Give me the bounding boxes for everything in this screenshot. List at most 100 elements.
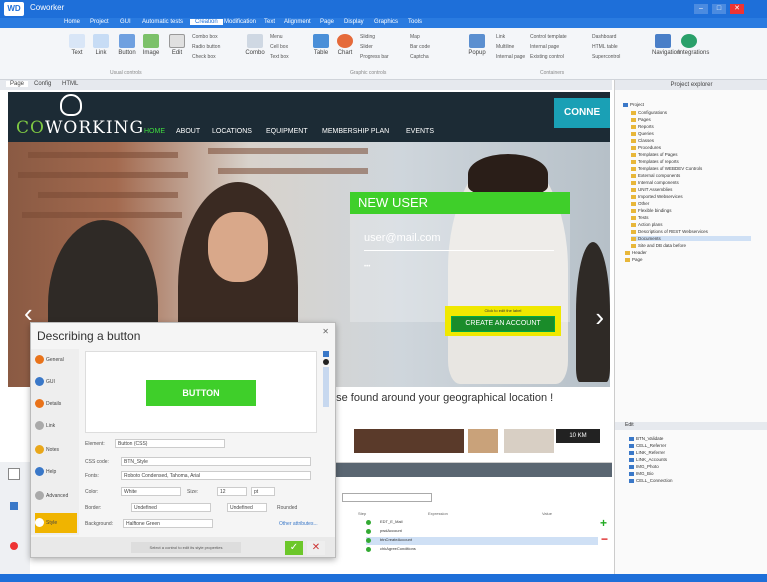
element-select[interactable]: Button (CSS) (115, 439, 225, 448)
tree-item[interactable]: Tests (631, 215, 649, 220)
ribbon-internal-page[interactable]: Internal page (496, 54, 525, 60)
ribbon-slider[interactable]: Slider (360, 44, 373, 50)
ribbon-sliding[interactable]: Sliding (360, 34, 375, 40)
create-account-button[interactable]: CREATE AN ACCOUNT (451, 316, 555, 332)
panel-icon[interactable] (8, 468, 20, 480)
password-input[interactable]: ••• (364, 264, 370, 270)
table-row[interactable]: EDT_E_Mail (366, 519, 598, 527)
nav-events[interactable]: EVENTS (406, 128, 434, 135)
tree-item[interactable]: External components (631, 173, 680, 178)
cancel-button[interactable]: ✕ (307, 541, 325, 555)
ribbon-combo-box[interactable]: Combo box (192, 34, 218, 40)
ribbon-dashboard[interactable]: Dashboard (592, 34, 616, 40)
sidebar-item-link[interactable]: Link (35, 421, 77, 430)
size-unit-field[interactable]: pt (251, 487, 275, 496)
control-item[interactable]: CELL_Referrer (629, 443, 666, 448)
close-icon[interactable]: ✕ (730, 4, 744, 14)
ribbon-cell-box[interactable]: Cell box (270, 44, 288, 50)
sidebar-item-help[interactable]: Help (35, 467, 77, 476)
tool-icon[interactable] (10, 542, 18, 550)
control-item[interactable]: BTN_Validate (629, 436, 663, 441)
menu-creation[interactable]: Creation (190, 19, 223, 25)
tree-root[interactable]: Project (623, 102, 644, 107)
minimize-icon[interactable]: – (694, 4, 708, 14)
menu-text[interactable]: Text (264, 19, 275, 25)
selected-control-frame[interactable]: Click to edit the label CREATE AN ACCOUN… (445, 306, 561, 336)
tree-item[interactable]: Site and DB data before (631, 243, 686, 248)
nav-about[interactable]: ABOUT (176, 128, 200, 135)
ribbon-radio-button[interactable]: Radio button (192, 44, 220, 50)
dialog-close-icon[interactable]: ✕ (322, 327, 329, 336)
table-row[interactable]: pwdAccount (366, 528, 598, 536)
palette-icon[interactable] (323, 367, 329, 407)
tree-item[interactable]: Configurations (631, 110, 667, 115)
location-thumbnail[interactable] (354, 429, 464, 453)
table-row[interactable]: chkAgreeConditions (366, 546, 598, 554)
ribbon-control-template[interactable]: Control template (530, 34, 567, 40)
ribbon-map[interactable]: Map (410, 34, 420, 40)
tree-item[interactable]: Queries (631, 131, 654, 136)
ribbon-edit-button[interactable]: Edit (166, 34, 188, 64)
add-icon[interactable]: + (600, 516, 607, 530)
connect-button[interactable]: CONNE (554, 98, 610, 128)
ribbon-supercontrol[interactable]: Supercontrol (592, 54, 620, 60)
tree-item[interactable]: Descriptions of REST Webservices (631, 229, 708, 234)
tree-item[interactable]: Pages (631, 117, 651, 122)
ribbon-button-button[interactable]: Button (116, 34, 138, 64)
nav-home[interactable]: HOME (144, 128, 165, 135)
ribbon-navigation-button[interactable]: Navigation (652, 34, 680, 64)
border-field-2[interactable]: Undefined (227, 503, 267, 512)
ribbon-progress-bar[interactable]: Progress bar (360, 54, 389, 60)
menu-modification[interactable]: Modification (224, 19, 256, 25)
control-item[interactable]: IMG_Photo (629, 464, 659, 469)
ribbon-text-button[interactable]: Text (66, 34, 88, 64)
dot-icon[interactable] (323, 359, 329, 365)
ribbon-existing-control[interactable]: Existing control (530, 54, 564, 60)
sidebar-item-details[interactable]: Details (35, 399, 77, 408)
border-field[interactable]: Undefined (131, 503, 211, 512)
menu-page[interactable]: Page (320, 19, 334, 25)
fonts-field[interactable]: Roboto Condensed, Tahoma, Arial (121, 471, 311, 480)
tree-item[interactable]: Procedures (631, 145, 661, 150)
tab-config[interactable]: Config (30, 81, 55, 87)
control-item[interactable]: LINK_Accounts (629, 457, 667, 462)
ribbon-menu[interactable]: Menu (270, 34, 283, 40)
ribbon-combo-button[interactable]: Combo (244, 34, 266, 64)
ok-button[interactable]: ✓ (285, 541, 303, 555)
tree-item[interactable]: Imported Webservices (631, 194, 683, 199)
tab-page[interactable]: Page (6, 81, 29, 87)
color-field[interactable]: White (121, 487, 181, 496)
ribbon-check-box[interactable]: Check box (192, 54, 216, 60)
arrow-down-icon[interactable] (323, 351, 329, 357)
tree-item[interactable]: Reports (631, 124, 654, 129)
ribbon-bar-code[interactable]: Bar code (410, 44, 430, 50)
ribbon-chart-button[interactable]: Chart (334, 34, 356, 64)
menu-project[interactable]: Project (90, 19, 109, 25)
menu-home[interactable]: Home (64, 19, 80, 25)
tool-icon[interactable] (10, 502, 18, 510)
nav-equipment[interactable]: EQUIPMENT (266, 128, 308, 135)
background-field[interactable]: Halftone Green (123, 519, 213, 528)
ribbon-link-small[interactable]: Link (496, 34, 505, 40)
location-thumbnail[interactable] (504, 429, 554, 453)
other-attributes-link[interactable]: Other attributes... (279, 521, 318, 527)
control-item[interactable]: LINK_Referrer (629, 450, 665, 455)
menu-tools[interactable]: Tools (408, 19, 422, 25)
menu-alignment[interactable]: Alignment (284, 19, 311, 25)
menu-gui[interactable]: GUI (120, 19, 131, 25)
tree-item[interactable]: Internal components (631, 180, 679, 185)
maximize-icon[interactable]: □ (712, 4, 726, 14)
event-select[interactable] (342, 493, 432, 502)
tree-item[interactable]: UNIT Assemblies (631, 187, 672, 192)
ribbon-popup-button[interactable]: Popup (466, 34, 488, 64)
tree-item[interactable]: Classes (631, 138, 654, 143)
menu-automatic-tests[interactable]: Automatic tests (142, 19, 183, 25)
sidebar-item-style[interactable]: Style (35, 513, 77, 533)
ribbon-internal-page-2[interactable]: Internal page (530, 44, 559, 50)
tree-item[interactable]: Header (625, 250, 647, 255)
sidebar-item-notes[interactable]: Notes (35, 445, 77, 454)
menu-graphics[interactable]: Graphics (374, 19, 398, 25)
ribbon-table-button[interactable]: Table (310, 34, 332, 64)
tree-item[interactable]: Other (631, 201, 649, 206)
ribbon-text-box[interactable]: Text box (270, 54, 289, 60)
